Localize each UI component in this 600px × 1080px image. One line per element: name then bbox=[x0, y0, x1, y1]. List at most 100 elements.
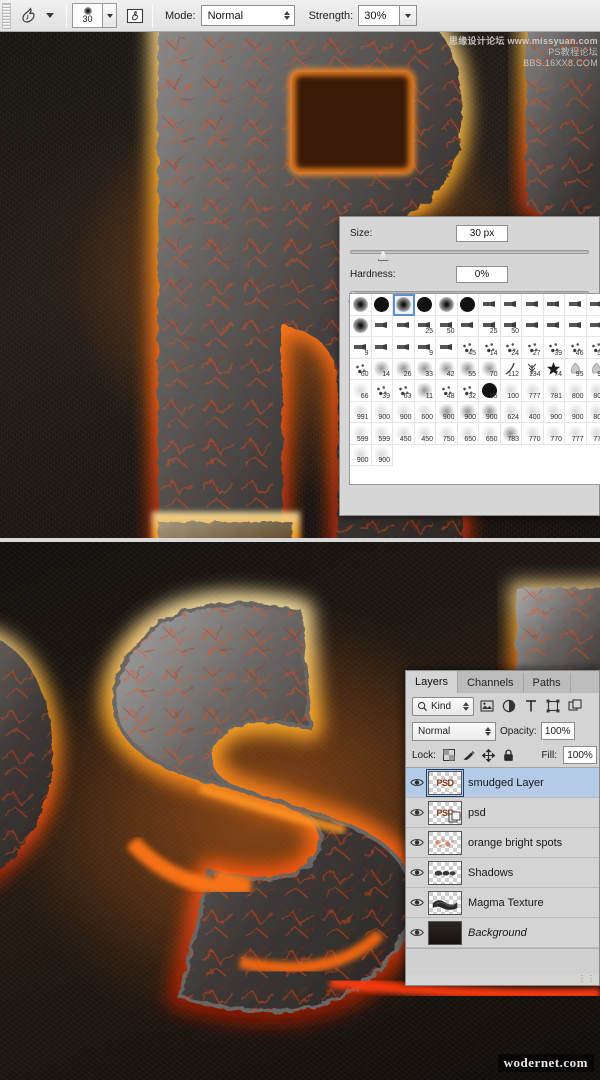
brush-thumbnail[interactable]: 42 bbox=[436, 359, 458, 381]
brush-thumbnail[interactable]: 27 bbox=[522, 337, 544, 359]
layer-row[interactable]: Magma Texture bbox=[406, 888, 599, 918]
layer-visibility-toggle[interactable] bbox=[406, 777, 428, 788]
lock-all-icon[interactable] bbox=[502, 748, 516, 762]
brush-size-slider[interactable] bbox=[340, 242, 599, 262]
brush-thumbnail[interactable]: 45 bbox=[458, 337, 480, 359]
brush-thumbnail[interactable]: 777 bbox=[587, 423, 600, 445]
brush-panel-toggle-icon[interactable] bbox=[123, 4, 147, 28]
brush-thumbnail[interactable]: 650 bbox=[479, 423, 501, 445]
mode-select[interactable]: Normal bbox=[201, 5, 295, 26]
brush-thumbnail[interactable]: 900 bbox=[544, 402, 566, 424]
brush-thumbnail[interactable]: 60 bbox=[350, 359, 372, 381]
brush-thumbnail[interactable]: 991 bbox=[350, 402, 372, 424]
type-layer-filter-icon[interactable] bbox=[521, 697, 540, 716]
brush-thumbnail[interactable]: 650 bbox=[458, 423, 480, 445]
brush-thumbnail[interactable]: 770 bbox=[522, 423, 544, 445]
layers-panel-footer[interactable]: ⋮⋮ bbox=[406, 948, 599, 974]
brush-thumbnail[interactable]: 50 bbox=[436, 316, 458, 338]
brush-thumbnail[interactable]: 55 bbox=[479, 380, 501, 402]
brush-preset-chevron-down-icon[interactable] bbox=[102, 3, 117, 28]
pixel-layer-filter-icon[interactable] bbox=[477, 697, 496, 716]
fill-input[interactable]: 100% bbox=[563, 746, 597, 764]
brush-thumbnail[interactable]: 95 bbox=[587, 359, 600, 381]
layer-filter-row[interactable]: Kind bbox=[406, 693, 599, 719]
brush-thumbnail[interactable] bbox=[372, 316, 394, 338]
brush-thumbnail[interactable] bbox=[393, 294, 415, 316]
layers-panel[interactable]: LayersChannelsPaths Kind bbox=[405, 670, 600, 986]
smart-object-filter-icon[interactable] bbox=[565, 697, 584, 716]
blend-mode-row[interactable]: Normal Opacity: 100% bbox=[406, 719, 599, 743]
brush-thumbnail[interactable]: 134 bbox=[522, 359, 544, 381]
brush-thumbnail[interactable]: 25 bbox=[479, 316, 501, 338]
brush-thumbnail[interactable]: 39 bbox=[372, 380, 394, 402]
brush-thumbnail[interactable]: 24 bbox=[501, 337, 523, 359]
tool-preset-chevron-down-icon[interactable] bbox=[46, 13, 54, 18]
brush-thumbnail[interactable] bbox=[501, 294, 523, 316]
brush-thumbnail[interactable]: 112 bbox=[501, 359, 523, 381]
brush-thumbnail[interactable]: 100 bbox=[501, 380, 523, 402]
brush-thumbnail[interactable]: 770 bbox=[544, 423, 566, 445]
brush-thumbnail[interactable] bbox=[458, 294, 480, 316]
blend-mode-select[interactable]: Normal bbox=[412, 722, 496, 741]
brush-thumbnail[interactable]: 783 bbox=[501, 423, 523, 445]
brush-thumbnail[interactable] bbox=[565, 294, 587, 316]
brush-thumbnail[interactable]: 59 bbox=[587, 337, 600, 359]
layer-thumbnail[interactable] bbox=[428, 831, 462, 855]
lock-transparent-pixels-icon[interactable] bbox=[442, 748, 456, 762]
lock-position-icon[interactable] bbox=[482, 748, 496, 762]
brush-thumbnail[interactable]: 26 bbox=[393, 359, 415, 381]
layer-row[interactable]: Shadows bbox=[406, 858, 599, 888]
layer-thumbnail[interactable]: PSD bbox=[428, 771, 462, 795]
brush-thumbnail[interactable] bbox=[350, 294, 372, 316]
layer-thumbnail[interactable]: PSD bbox=[428, 801, 462, 825]
brush-thumbnail[interactable] bbox=[436, 294, 458, 316]
layer-row[interactable]: Background bbox=[406, 918, 599, 948]
options-bar-grip[interactable] bbox=[2, 3, 11, 29]
brush-thumbnail[interactable] bbox=[522, 316, 544, 338]
brush-thumbnail[interactable]: 66 bbox=[350, 380, 372, 402]
brush-thumbnail[interactable]: 39 bbox=[544, 337, 566, 359]
brush-thumbnail[interactable]: 14 bbox=[479, 337, 501, 359]
brush-thumbnail[interactable]: 74 bbox=[544, 359, 566, 381]
strength-chevron-down-icon[interactable] bbox=[400, 5, 417, 26]
brush-thumbnail[interactable]: 55 bbox=[458, 359, 480, 381]
brush-thumbnail[interactable] bbox=[587, 316, 600, 338]
brush-thumbnail[interactable]: 450 bbox=[415, 423, 437, 445]
brush-preset-picker-panel[interactable]: Size: 30 px Hardness: 0% 255025509945142… bbox=[339, 216, 600, 516]
brush-thumbnail[interactable] bbox=[458, 316, 480, 338]
brush-thumbnail[interactable]: 900 bbox=[350, 445, 372, 467]
layer-row[interactable]: PSDpsd bbox=[406, 798, 599, 828]
brush-thumbnail[interactable]: 900 bbox=[372, 445, 394, 467]
brush-thumbnail[interactable] bbox=[350, 316, 372, 338]
brush-thumbnail[interactable] bbox=[372, 294, 394, 316]
brush-thumbnail[interactable]: 800 bbox=[587, 380, 600, 402]
layer-filter-kind-select[interactable]: Kind bbox=[412, 697, 474, 716]
tab-channels[interactable]: Channels bbox=[458, 673, 523, 693]
strength-input[interactable]: 30% bbox=[358, 5, 400, 26]
brush-thumbnail[interactable]: 46 bbox=[565, 337, 587, 359]
brush-thumbnail[interactable]: 781 bbox=[544, 380, 566, 402]
lock-image-pixels-icon[interactable] bbox=[462, 748, 476, 762]
layer-row[interactable]: PSDsmudged Layer bbox=[406, 768, 599, 798]
brush-thumbnail[interactable]: 25 bbox=[415, 316, 437, 338]
brush-thumbnail[interactable]: 777 bbox=[522, 380, 544, 402]
layer-visibility-toggle[interactable] bbox=[406, 837, 428, 848]
brush-thumbnail-grid-container[interactable]: 2550255099451424273946596014263342557011… bbox=[349, 293, 600, 485]
brush-thumbnail[interactable]: 777 bbox=[565, 423, 587, 445]
brush-thumbnail[interactable] bbox=[393, 316, 415, 338]
brush-thumbnail[interactable] bbox=[393, 337, 415, 359]
shape-layer-filter-icon[interactable] bbox=[543, 697, 562, 716]
brush-thumbnail[interactable]: 600 bbox=[415, 402, 437, 424]
layer-visibility-toggle[interactable] bbox=[406, 807, 428, 818]
brush-thumbnail[interactable] bbox=[479, 294, 501, 316]
brush-thumbnail[interactable] bbox=[544, 316, 566, 338]
brush-thumbnail[interactable]: 624 bbox=[501, 402, 523, 424]
layer-thumbnail[interactable] bbox=[428, 861, 462, 885]
brush-thumbnail[interactable]: 900 bbox=[372, 402, 394, 424]
brush-thumbnail[interactable]: 32 bbox=[458, 380, 480, 402]
brush-preset-preview[interactable]: 30 bbox=[72, 3, 102, 28]
brush-thumbnail[interactable] bbox=[415, 294, 437, 316]
brush-thumbnail[interactable]: 599 bbox=[350, 423, 372, 445]
brush-thumbnail[interactable] bbox=[565, 316, 587, 338]
layer-list[interactable]: PSDsmudged LayerPSDpsdorange bright spot… bbox=[406, 767, 599, 948]
